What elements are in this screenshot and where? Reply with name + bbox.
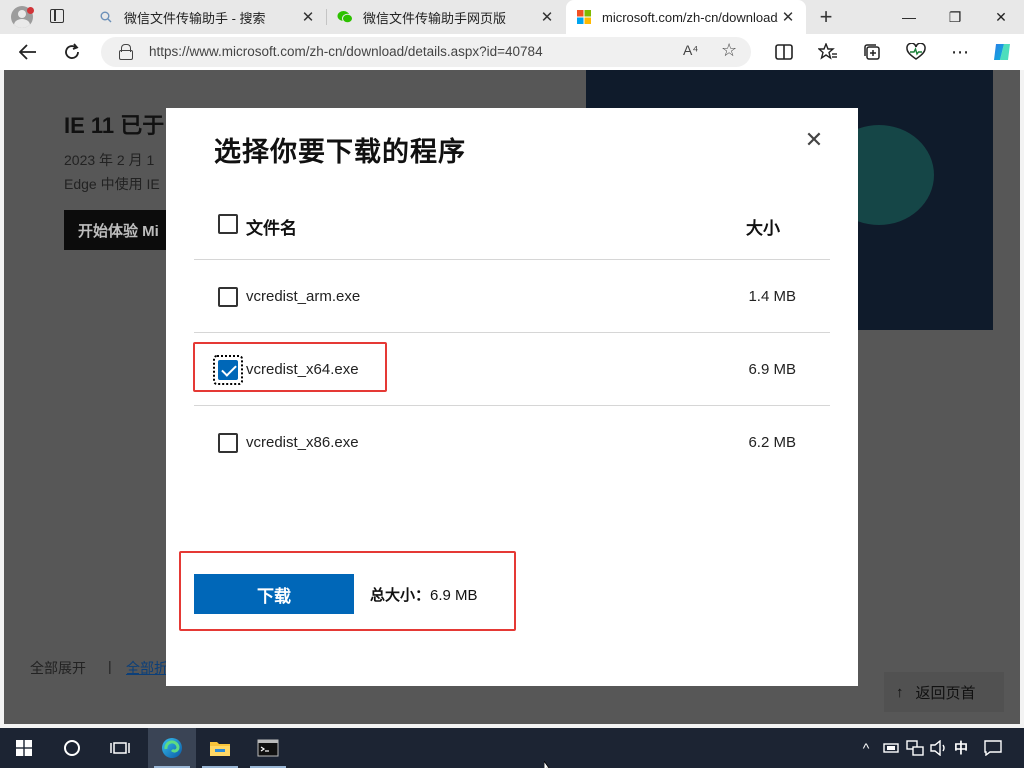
download-button[interactable]: 下载 [194, 574, 354, 614]
select-all-checkbox[interactable] [218, 214, 238, 234]
terminal-icon[interactable] [244, 728, 292, 768]
tab-strip: 微信文件传输助手 - 搜索 ✕ 微信文件传输助手网页版 ✕ microsoft.… [0, 0, 1024, 34]
file-checkbox[interactable] [218, 433, 238, 453]
arrow-up-icon: ↑ [896, 683, 904, 701]
file-size: 1.4 MB [748, 288, 796, 305]
file-checkbox[interactable] [218, 287, 238, 307]
url-text[interactable]: https://www.microsoft.com/zh-cn/download… [149, 44, 543, 59]
notifications-icon[interactable] [982, 728, 1004, 768]
profile-avatar[interactable] [8, 4, 36, 30]
task-view-icon[interactable] [96, 728, 144, 768]
split-screen-icon[interactable] [770, 38, 798, 66]
close-tab-icon[interactable]: ✕ [298, 7, 318, 27]
browser-toolbar: https://www.microsoft.com/zh-cn/download… [0, 34, 1024, 70]
file-row[interactable]: vcredist_x86.exe 6.2 MB [194, 406, 830, 479]
close-tab-icon[interactable]: ✕ [778, 7, 798, 27]
file-size: 6.9 MB [748, 361, 796, 378]
device-icon[interactable] [880, 728, 902, 768]
search-icon [98, 9, 114, 25]
maximize-button[interactable]: ❐ [932, 0, 978, 34]
collapse-all-link[interactable]: 全部折 [126, 658, 166, 678]
highlight-box [193, 342, 387, 392]
total-size-label: 总大小： [370, 587, 431, 604]
browser-essentials-icon[interactable] [902, 38, 930, 66]
copilot-icon[interactable] [988, 38, 1016, 66]
ie-heading: IE 11 已于 [64, 113, 165, 138]
volume-icon[interactable] [928, 728, 950, 768]
tab-title: 微信文件传输助手网页版 [363, 10, 507, 26]
expand-all-link[interactable]: 全部展开 [30, 658, 86, 678]
new-tab-button[interactable]: + [814, 4, 838, 29]
file-name: vcredist_arm.exe [246, 288, 361, 305]
minimize-button[interactable]: — [886, 0, 932, 34]
network-icon[interactable] [904, 728, 926, 768]
separator: | [108, 658, 112, 674]
taskbar: ^ 中 [0, 728, 1024, 768]
edge-taskbar-icon[interactable] [148, 728, 196, 768]
favorites-icon[interactable] [814, 38, 842, 66]
tab-wechat[interactable]: 微信文件传输助手网页版 ✕ [326, 0, 565, 34]
mouse-cursor-icon [543, 758, 554, 768]
read-aloud-icon[interactable]: A⁴ [683, 42, 698, 58]
close-window-button[interactable]: ✕ [978, 0, 1024, 34]
microsoft-logo-icon [576, 9, 592, 25]
tab-microsoft-download[interactable]: microsoft.com/zh-cn/download/d ✕ [566, 0, 806, 34]
tab-search[interactable]: 微信文件传输助手 - 搜索 ✕ [88, 0, 326, 34]
ime-indicator[interactable]: 中 [952, 728, 970, 768]
total-size: 总大小：6.9 MB [370, 584, 478, 605]
collections-icon[interactable] [858, 38, 886, 66]
file-name: vcredist_x86.exe [246, 434, 359, 451]
file-size: 6.2 MB [748, 434, 796, 451]
notification-dot [27, 7, 34, 14]
start-windows-icon[interactable] [0, 728, 48, 768]
try-edge-button[interactable]: 开始体验 Mi [64, 210, 174, 250]
ie-text-line: 2023 年 2 月 1 [64, 152, 155, 168]
favorite-star-icon[interactable]: ☆ [721, 40, 737, 61]
more-options-icon[interactable]: ⋯ [946, 38, 974, 66]
search-circle-icon[interactable] [48, 728, 96, 768]
file-list-header: 文件名 大小 [194, 204, 830, 260]
column-header-size: 大小 [746, 219, 780, 238]
tab-title: microsoft.com/zh-cn/download/d [602, 9, 778, 25]
dialog-title: 选择你要下载的程序 [214, 137, 466, 167]
refresh-icon[interactable] [58, 38, 86, 66]
back-to-top-button[interactable]: ↑ 返回页首 [884, 672, 1004, 712]
chevron-up-icon[interactable]: ^ [856, 728, 876, 768]
close-tab-icon[interactable]: ✕ [537, 7, 557, 27]
close-dialog-icon[interactable]: ✕ [802, 127, 826, 152]
back-arrow-icon[interactable] [14, 38, 42, 66]
back-to-top-label: 返回页首 [915, 684, 976, 702]
ie-text-line: Edge 中使用 IE [64, 176, 160, 192]
download-dialog: 选择你要下载的程序 ✕ 文件名 大小 vcredist_arm.exe 1.4 … [166, 108, 858, 686]
total-size-value: 6.9 MB [430, 587, 478, 604]
column-header-name: 文件名 [246, 219, 297, 238]
tab-title: 微信文件传输助手 - 搜索 [124, 10, 266, 26]
lock-icon[interactable] [119, 44, 133, 60]
tab-actions-icon[interactable] [46, 6, 70, 28]
file-row[interactable]: vcredist_arm.exe 1.4 MB [194, 260, 830, 333]
wechat-icon [337, 9, 353, 25]
address-bar[interactable]: https://www.microsoft.com/zh-cn/download… [101, 37, 751, 67]
file-explorer-icon[interactable] [196, 728, 244, 768]
